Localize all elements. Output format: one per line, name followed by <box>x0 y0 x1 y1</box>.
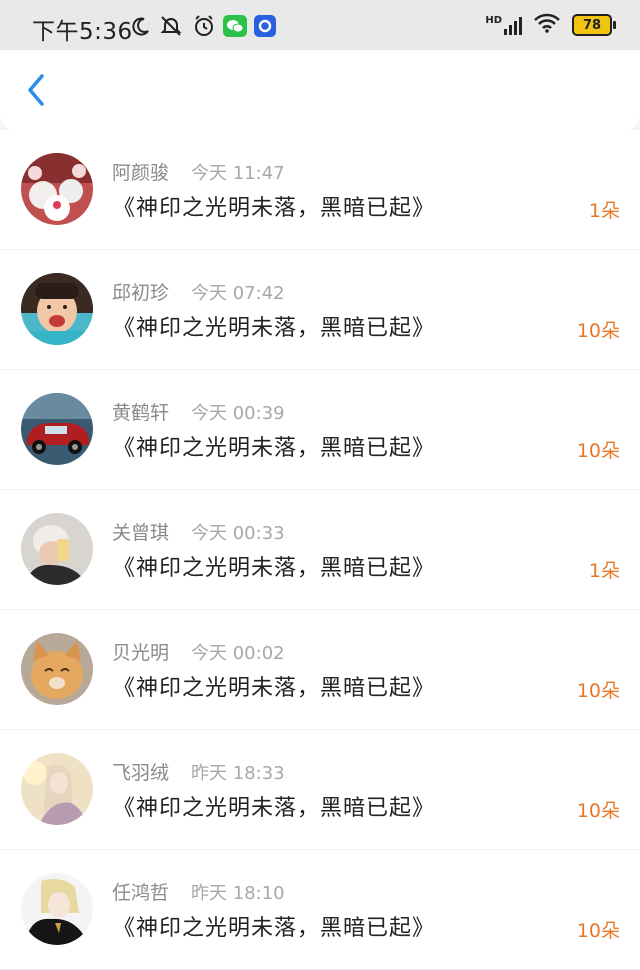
avatar[interactable] <box>21 393 93 465</box>
sent-time: 今天 07:42 <box>191 283 285 304</box>
signal-icon: HD <box>485 15 522 35</box>
moon-icon <box>128 13 154 39</box>
alarm-icon <box>191 13 217 39</box>
book-title: 《神印之光明未落，黑暗已起》 <box>113 196 436 221</box>
book-title: 《神印之光明未落，黑暗已起》 <box>113 436 436 461</box>
list-item[interactable]: 贝光明 今天 00:02 《神印之光明未落，黑暗已起》 10朵 <box>0 610 640 730</box>
gift-amount: 10朵 <box>576 680 620 702</box>
sent-time: 今天 00:39 <box>191 403 285 424</box>
sender-name: 任鸿哲 <box>112 882 170 904</box>
avatar[interactable] <box>21 753 93 825</box>
avatar[interactable] <box>21 873 93 945</box>
status-bar: 下午5:36 HD 78 <box>0 0 640 50</box>
battery-icon: 78 <box>572 14 616 36</box>
book-title: 《神印之光明未落，黑暗已起》 <box>113 556 436 581</box>
gift-amount: 10朵 <box>576 440 620 462</box>
gift-amount: 1朵 <box>588 200 620 222</box>
status-time: 下午5:36 <box>32 19 133 45</box>
chevron-left-icon <box>28 74 44 106</box>
sender-name: 飞羽绒 <box>112 762 170 784</box>
list-item[interactable]: 关曾琪 今天 00:33 《神印之光明未落，黑暗已起》 1朵 <box>0 490 640 610</box>
book-title: 《神印之光明未落，黑暗已起》 <box>113 796 436 821</box>
nav-header <box>0 50 640 130</box>
sent-time: 今天 11:47 <box>191 163 285 184</box>
list-item[interactable]: 黄鹤轩 今天 00:39 《神印之光明未落，黑暗已起》 10朵 <box>0 370 640 490</box>
book-title: 《神印之光明未落，黑暗已起》 <box>113 316 436 341</box>
sent-time: 今天 00:02 <box>191 643 285 664</box>
wifi-icon <box>534 13 560 37</box>
sender-name: 阿颜骏 <box>112 162 170 184</box>
sender-name: 黄鹤轩 <box>112 402 170 424</box>
list-item[interactable]: 飞羽绒 昨天 18:33 《神印之光明未落，黑暗已起》 10朵 <box>0 730 640 850</box>
gift-amount: 1朵 <box>588 560 620 582</box>
gift-amount: 10朵 <box>576 800 620 822</box>
avatar[interactable] <box>21 153 93 225</box>
gift-record-list: 阿颜骏 今天 11:47 《神印之光明未落，黑暗已起》 1朵 邱初珍 今天 07… <box>0 130 640 970</box>
battery-level: 78 <box>582 17 602 33</box>
wechat-icon <box>222 13 248 39</box>
sent-time: 昨天 18:33 <box>191 763 285 784</box>
app-circle-icon <box>252 13 278 39</box>
book-title: 《神印之光明未落，黑暗已起》 <box>113 916 436 941</box>
list-item[interactable]: 阿颜骏 今天 11:47 《神印之光明未落，黑暗已起》 1朵 <box>0 130 640 250</box>
mute-bell-icon <box>158 13 184 39</box>
gift-amount: 10朵 <box>576 920 620 942</box>
sent-time: 昨天 18:10 <box>191 883 285 904</box>
sent-time: 今天 00:33 <box>191 523 285 544</box>
avatar[interactable] <box>21 633 93 705</box>
list-item[interactable]: 邱初珍 今天 07:42 《神印之光明未落，黑暗已起》 10朵 <box>0 250 640 370</box>
sender-name: 邱初珍 <box>112 282 170 304</box>
list-item[interactable]: 任鸿哲 昨天 18:10 《神印之光明未落，黑暗已起》 10朵 <box>0 850 640 970</box>
book-title: 《神印之光明未落，黑暗已起》 <box>113 676 436 701</box>
gift-amount: 10朵 <box>576 320 620 342</box>
back-button[interactable] <box>18 72 54 108</box>
sender-name: 贝光明 <box>112 642 170 664</box>
avatar[interactable] <box>21 273 93 345</box>
sender-name: 关曾琪 <box>112 522 170 544</box>
network-label: HD <box>485 15 502 26</box>
avatar[interactable] <box>21 513 93 585</box>
